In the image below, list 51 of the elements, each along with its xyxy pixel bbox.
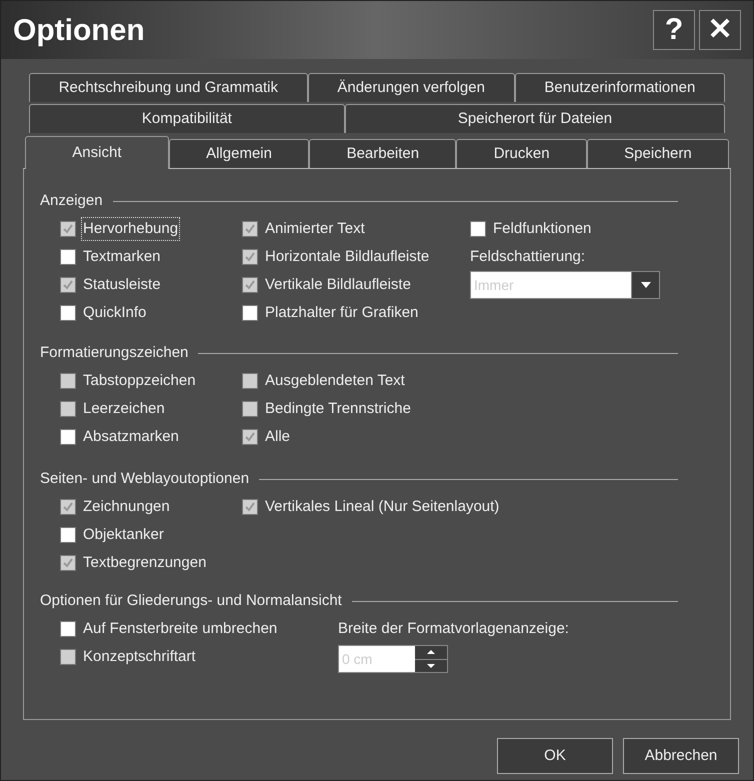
checkbox-label: Auf Fensterbreite umbrechen xyxy=(82,618,278,639)
checkbox-label: Konzeptschriftart xyxy=(82,646,197,667)
tab[interactable]: Rechtschreibung und Grammatik xyxy=(29,73,308,102)
checkbox-label: Vertikale Bildlaufleiste xyxy=(264,274,412,295)
field-label: Feldschattierung: xyxy=(470,247,586,267)
tab[interactable]: Speicherort für Dateien xyxy=(344,104,726,133)
checkbox-label: Ausgeblendeten Text xyxy=(264,370,406,391)
checkbox-label: Textbegrenzungen xyxy=(82,552,208,573)
window-title: Optionen xyxy=(13,12,145,48)
group-heading: Formatierungszeichen xyxy=(40,342,188,363)
tab[interactable]: Drucken xyxy=(456,139,587,168)
checkbox-label: Platzhalter für Grafiken xyxy=(264,302,420,323)
group-heading: Seiten- und Weblayoutoptionen xyxy=(40,468,250,489)
up-arrow-icon[interactable] xyxy=(427,650,435,654)
ok-button[interactable]: OK xyxy=(497,738,613,774)
tab[interactable]: Ansicht xyxy=(25,136,169,169)
checkbox[interactable] xyxy=(60,429,76,445)
checkbox[interactable] xyxy=(470,221,486,237)
tab[interactable]: Kompatibilität xyxy=(29,104,345,133)
checkbox-label: Hervorhebung xyxy=(82,218,180,240)
checkbox[interactable] xyxy=(60,305,76,321)
checkbox-label: Horizontale Bildlaufleiste xyxy=(264,246,430,267)
group-heading: Anzeigen xyxy=(40,190,103,211)
checkbox-label: Vertikales Lineal (Nur Seitenlayout) xyxy=(264,496,500,517)
checkbox[interactable] xyxy=(242,305,258,321)
caret-icon xyxy=(640,282,650,288)
checkbox-label: Alle xyxy=(264,426,292,447)
checkbox-label: Textmarken xyxy=(82,246,162,267)
cancel-button[interactable]: Abbrechen xyxy=(623,738,739,774)
tab[interactable]: Allgemein xyxy=(168,139,310,168)
group-heading: Optionen für Gliederungs- und Normalansicht xyxy=(40,590,342,611)
tab[interactable]: Benutzerinformationen xyxy=(514,73,725,102)
checkbox[interactable] xyxy=(60,249,76,265)
checkbox-label: Absatzmarken xyxy=(82,426,180,447)
close-button[interactable]: ✕ xyxy=(699,10,741,50)
checkbox-label: Statusleiste xyxy=(82,274,162,295)
checkbox[interactable] xyxy=(60,621,76,637)
checkbox-label: Tabstoppzeichen xyxy=(82,370,197,391)
tab[interactable]: Bearbeiten xyxy=(309,139,456,168)
help-button[interactable]: ? xyxy=(653,10,695,50)
checkbox-label: QuickInfo xyxy=(82,302,148,323)
checkbox-label: Feldfunktionen xyxy=(492,218,592,239)
tab[interactable]: Änderungen verfolgen xyxy=(308,73,515,102)
checkbox-label: Zeichnungen xyxy=(82,496,171,517)
field-label: Breite der Formatvorlagenanzeige: xyxy=(338,619,570,639)
checkbox-label: Bedingte Trennstriche xyxy=(264,398,412,419)
checkbox-label: Animierter Text xyxy=(264,218,366,239)
checkbox[interactable] xyxy=(60,527,76,543)
tab[interactable]: Speichern xyxy=(586,139,730,168)
checkbox-label: Leerzeichen xyxy=(82,398,166,419)
checkbox-label: Objektanker xyxy=(82,524,165,545)
